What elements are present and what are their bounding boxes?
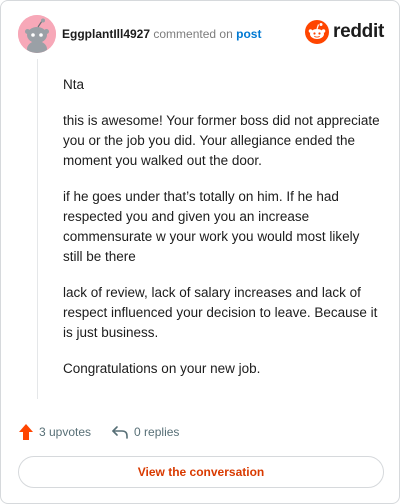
snoo-avatar-icon xyxy=(18,15,56,53)
comment-paragraph: if he goes under that’s totally on him. … xyxy=(63,189,360,264)
upvotes-stat[interactable]: 3 upvotes xyxy=(18,423,91,441)
replies-count: 0 replies xyxy=(134,425,180,439)
reply-arrow-icon xyxy=(112,426,128,439)
avatar[interactable] xyxy=(18,15,56,53)
comment-header: EggplantIll4927 commented on post reddit xyxy=(18,15,384,55)
comment-card: EggplantIll4927 commented on post reddit… xyxy=(0,0,400,504)
thread-line xyxy=(37,59,38,399)
reddit-wordmark: reddit xyxy=(333,21,384,42)
comment-meta: EggplantIll4927 commented on post xyxy=(62,27,261,41)
comment-paragraph: Congratulations on your new job. xyxy=(63,361,261,376)
comment-paragraph: this is awesome! Your former boss did no… xyxy=(63,113,380,168)
action-text: commented on xyxy=(153,27,233,41)
replies-stat[interactable]: 0 replies xyxy=(111,424,179,440)
reddit-snoo-icon xyxy=(305,20,330,44)
view-conversation-button[interactable]: View the conversation xyxy=(18,456,384,488)
comment-paragraph: Nta xyxy=(63,77,85,92)
comment-paragraph: lack of review, lack of salary increases… xyxy=(63,285,378,340)
upvote-arrow-icon xyxy=(19,424,33,440)
comment-body: Nta this is awesome! Your former boss di… xyxy=(63,75,381,395)
username-link[interactable]: EggplantIll4927 xyxy=(62,27,150,41)
reddit-logo[interactable]: reddit xyxy=(305,19,384,45)
upvotes-count: 3 upvotes xyxy=(39,425,92,439)
comment-footer: 3 upvotes 0 replies xyxy=(18,421,199,443)
post-link[interactable]: post xyxy=(236,27,261,41)
